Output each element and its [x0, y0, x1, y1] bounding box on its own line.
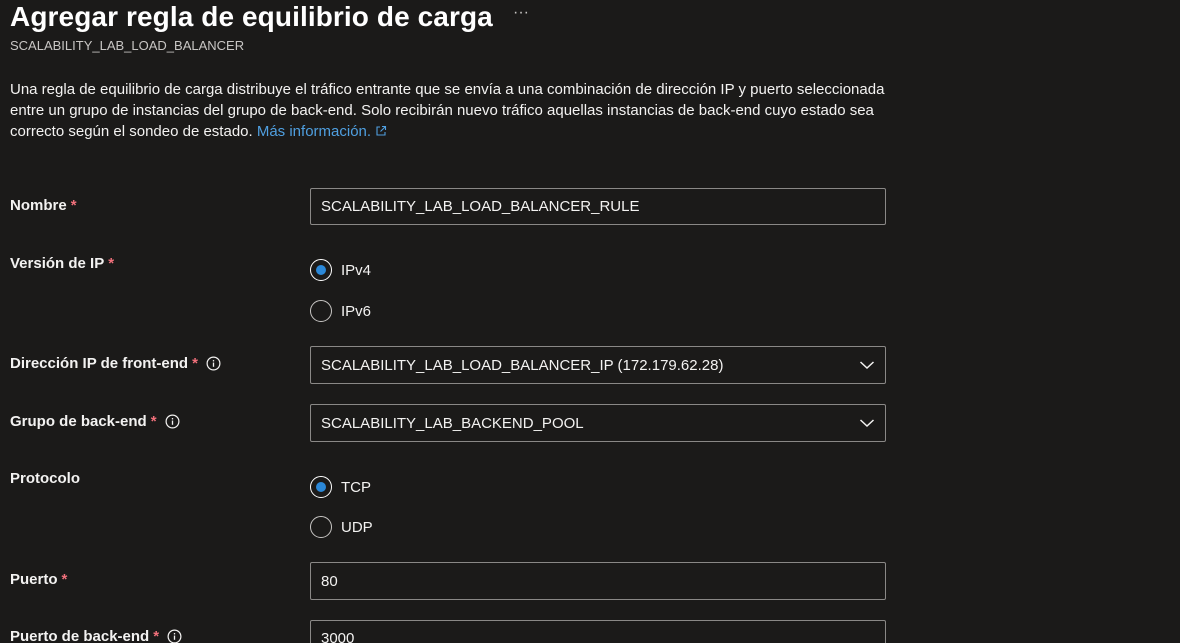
page-subtitle: SCALABILITY_LAB_LOAD_BALANCER	[10, 38, 245, 53]
required-marker: *	[108, 255, 115, 272]
info-icon[interactable]	[206, 356, 221, 371]
required-marker: *	[153, 628, 160, 643]
learn-more-link[interactable]: Más información.	[257, 123, 387, 140]
external-link-icon	[376, 125, 387, 136]
radio-button[interactable]	[310, 300, 332, 322]
port-label: Puerto *	[10, 571, 68, 588]
radio-label: IPv4	[341, 261, 372, 279]
description: Una regla de equilibrio de carga distrib…	[10, 79, 890, 142]
chevron-down-icon	[859, 419, 875, 428]
radio-button-checked[interactable]	[310, 259, 332, 281]
required-marker: *	[192, 355, 198, 372]
radio-label: IPv6	[341, 302, 372, 320]
dropdown-value: SCALABILITY_LAB_BACKEND_POOL	[321, 414, 584, 432]
radio-udp[interactable]: UDP	[310, 516, 373, 538]
more-options-button[interactable]: ···	[510, 4, 532, 26]
name-label: Nombre *	[10, 197, 77, 214]
required-marker: *	[70, 197, 77, 214]
required-marker: *	[150, 413, 157, 430]
info-icon[interactable]	[165, 414, 180, 429]
backend-pool-label: Grupo de back-end *	[10, 413, 180, 430]
radio-button-checked[interactable]	[310, 476, 332, 498]
radio-tcp[interactable]: TCP	[310, 476, 371, 498]
name-input[interactable]: SCALABILITY_LAB_LOAD_BALANCER_RULE	[310, 188, 886, 225]
radio-button[interactable]	[310, 516, 332, 538]
radio-ipv6[interactable]: IPv6	[310, 300, 371, 322]
protocol-label: Protocolo	[10, 470, 80, 487]
dropdown-value: SCALABILITY_LAB_LOAD_BALANCER_IP (172.17…	[321, 356, 724, 374]
frontend-ip-dropdown[interactable]: SCALABILITY_LAB_LOAD_BALANCER_IP (172.17…	[310, 346, 886, 384]
radio-label: TCP	[341, 478, 371, 496]
add-lb-rule-page: Agregar regla de equilibrio de carga ···…	[0, 0, 1180, 643]
backend-pool-dropdown[interactable]: SCALABILITY_LAB_BACKEND_POOL	[310, 404, 886, 442]
backend-port-input[interactable]: 3000	[310, 620, 886, 643]
port-input[interactable]: 80	[310, 562, 886, 600]
frontend-ip-label: Dirección IP de front-end *	[10, 355, 221, 372]
ellipsis-icon: ···	[513, 4, 529, 21]
radio-label: UDP	[341, 518, 373, 536]
chevron-down-icon	[859, 361, 875, 370]
description-text: Una regla de equilibrio de carga distrib…	[10, 81, 885, 140]
page-title: Agregar regla de equilibrio de carga	[10, 1, 493, 32]
info-icon[interactable]	[167, 629, 182, 643]
required-marker: *	[61, 571, 68, 588]
radio-ipv4[interactable]: IPv4	[310, 259, 371, 281]
backend-port-label: Puerto de back-end *	[10, 628, 182, 643]
ip-version-label: Versión de IP *	[10, 255, 115, 272]
